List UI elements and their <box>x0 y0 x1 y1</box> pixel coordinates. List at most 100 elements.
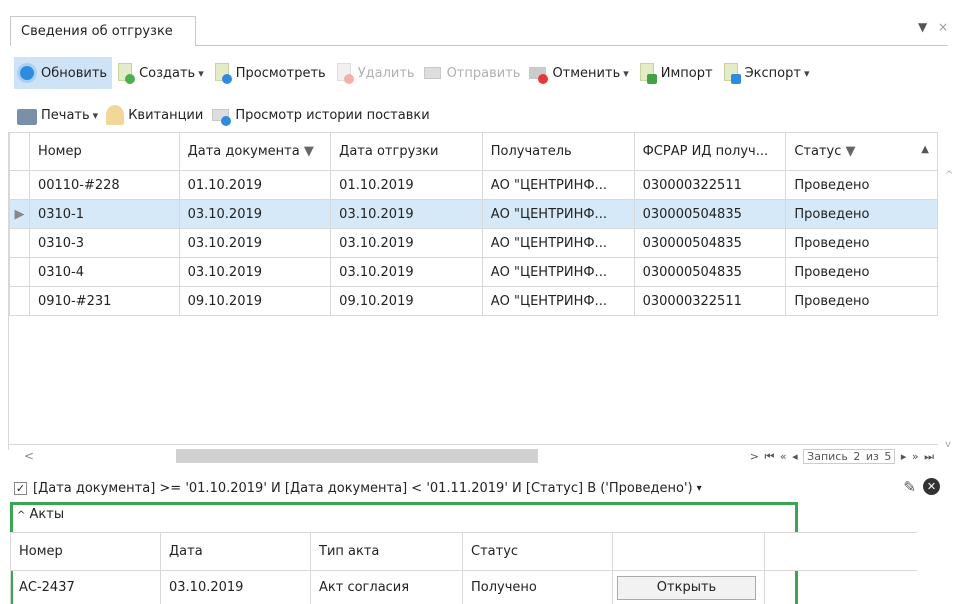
column-label: Получатель <box>490 144 572 159</box>
next-record-icon[interactable]: ▸ <box>901 450 907 463</box>
shipments-grid: Номер Дата документа ▼ Дата отгрузки Пол… <box>8 132 938 450</box>
receipts-label: Квитанции <box>128 107 204 123</box>
column-label: Дата <box>169 544 203 559</box>
collapse-icon[interactable]: ^ <box>17 510 25 521</box>
row-indicator-header <box>9 132 30 171</box>
cell-doc-date: 01.10.2019 <box>178 170 332 200</box>
column-header-doc-date[interactable]: Дата документа ▼ <box>178 132 332 171</box>
scroll-down-icon[interactable]: v <box>945 439 951 450</box>
column-label: Дата документа <box>187 144 300 159</box>
horizontal-scrollbar[interactable]: < > ⏮ « ◂ Запись 2 из 5 ▸ » ⏭ <box>8 444 938 466</box>
acts-grid: Номер Дата Тип акта Статус АС-2437 03.10… <box>10 532 940 604</box>
scrollbar-thumb[interactable] <box>176 449 538 463</box>
acts-column-action <box>612 532 765 571</box>
scroll-left-icon[interactable]: < <box>24 449 34 463</box>
cell-status: Получено <box>462 570 613 604</box>
shipments-table: Номер Дата документа ▼ Дата отгрузки Пол… <box>9 132 938 316</box>
cell-number: 0310-1 <box>28 199 180 229</box>
tab-dropdown-icon[interactable]: ▼ <box>918 20 927 34</box>
filter-bar: ✓ [Дата документа] >= '01.10.2019' И [Да… <box>14 477 954 499</box>
chevron-down-icon: ▾ <box>92 108 99 122</box>
table-row[interactable]: 0910-#231 09.10.2019 09.10.2019 АО "ЦЕНТРИН… <box>9 286 938 316</box>
column-header-number[interactable]: Номер <box>28 132 180 171</box>
view-label: Просмотреть <box>235 65 326 81</box>
export-doc-icon <box>721 62 741 84</box>
chevron-down-icon[interactable]: ▾ <box>697 483 702 494</box>
import-button[interactable]: Импорт <box>634 57 718 89</box>
cell-recipient: АО "ЦЕНТРИНФ... <box>481 286 635 316</box>
clear-filter-icon[interactable]: ✕ <box>923 478 940 495</box>
tab-close-icon[interactable]: × <box>938 20 948 34</box>
send-envelope-icon <box>423 62 443 84</box>
cell-act-type: Акт согласия <box>310 570 463 604</box>
printer-icon <box>17 108 37 125</box>
record-navigator: > ⏮ « ◂ Запись 2 из 5 ▸ » ⏭ <box>750 449 934 464</box>
refresh-button[interactable]: Обновить <box>14 57 113 89</box>
acts-header[interactable]: ^ Акты <box>13 507 64 531</box>
acts-table: Номер Дата Тип акта Статус АС-2437 03.10… <box>10 532 917 604</box>
chevron-down-icon: ▾ <box>623 66 629 80</box>
receipts-button[interactable]: Квитанции <box>103 99 208 131</box>
cell-recipient: АО "ЦЕНТРИНФ... <box>481 228 635 258</box>
send-button[interactable]: Отправить <box>420 57 526 89</box>
acts-title: Акты <box>29 507 65 522</box>
table-row[interactable]: 0310-3 03.10.2019 03.10.2019 АО "ЦЕНТРИНФ..… <box>9 228 938 258</box>
acts-column-number[interactable]: Номер <box>10 532 161 571</box>
vertical-scrollbar[interactable]: ^ v <box>944 170 956 450</box>
column-header-ship-date[interactable]: Дата отгрузки <box>330 132 483 171</box>
acts-column-date[interactable]: Дата <box>160 532 311 571</box>
column-label: Статус <box>794 144 842 159</box>
import-label: Импорт <box>660 65 713 81</box>
last-record-icon[interactable]: ⏭ <box>924 450 934 463</box>
edit-filter-icon[interactable]: ✎ <box>903 478 916 496</box>
send-label: Отправить <box>446 65 521 81</box>
export-button[interactable]: Экспорт ▾ <box>718 57 815 89</box>
refresh-icon <box>17 63 37 83</box>
row-indicator <box>9 170 30 200</box>
table-row[interactable]: 0310-4 03.10.2019 03.10.2019 АО "ЦЕНТРИНФ..… <box>9 257 938 287</box>
column-label: Тип акта <box>319 544 380 559</box>
filter-enabled-checkbox[interactable]: ✓ <box>14 481 27 495</box>
acts-column-type[interactable]: Тип акта <box>310 532 463 571</box>
delete-label: Удалить <box>357 65 415 81</box>
print-button[interactable]: Печать ▾ <box>14 99 103 131</box>
create-button[interactable]: Создать ▾ <box>112 57 209 89</box>
cancel-button[interactable]: Отменить ▾ <box>525 57 633 89</box>
history-button[interactable]: Просмотр истории поставки <box>208 99 434 131</box>
view-button[interactable]: Просмотреть <box>209 57 331 89</box>
table-row[interactable]: 00110-#228 01.10.2019 01.10.2019 АО "ЦЕНТРИ… <box>9 170 938 200</box>
sort-asc-icon: ▲ <box>921 144 929 155</box>
chevron-down-icon: ▾ <box>803 66 810 80</box>
scroll-up-icon[interactable]: ^ <box>945 170 953 181</box>
prev-record-icon[interactable]: ◂ <box>792 450 798 463</box>
first-record-icon[interactable]: ⏮ <box>765 450 775 463</box>
cell-status: Проведено <box>785 257 938 287</box>
column-header-recipient[interactable]: Получатель <box>481 132 635 171</box>
prev-page-icon[interactable]: « <box>780 450 787 463</box>
history-envelope-icon <box>211 104 232 126</box>
cell-status: Проведено <box>785 199 938 229</box>
cell-recipient: АО "ЦЕНТРИНФ... <box>481 199 635 229</box>
acts-column-status[interactable]: Статус <box>462 532 613 571</box>
table-row-selected[interactable]: ▶ 0310-1 03.10.2019 03.10.2019 АО "ЦЕНТРИНФ.… <box>9 199 938 229</box>
create-doc-icon <box>115 62 136 84</box>
filter-icon[interactable]: ▼ <box>304 144 314 159</box>
filter-icon[interactable]: ▼ <box>846 144 856 159</box>
cell-status: Проведено <box>785 170 938 200</box>
row-indicator <box>9 257 30 287</box>
tab-divider <box>196 45 948 46</box>
cell-recipient: АО "ЦЕНТРИНФ... <box>481 170 635 200</box>
tab-shipment-info[interactable]: Сведения об отгрузке <box>10 16 196 46</box>
cell-fsrar: 030000504835 <box>633 257 787 287</box>
acts-row[interactable]: АС-2437 03.10.2019 Акт согласия Получено… <box>10 570 917 604</box>
scroll-right-icon[interactable]: > <box>750 450 759 463</box>
open-button[interactable]: Открыть <box>617 575 756 600</box>
column-header-status[interactable]: Статус ▼ ▲ <box>785 132 938 171</box>
column-header-fsrar[interactable]: ФСРАР ИД получ... <box>633 132 787 171</box>
create-label: Создать <box>139 65 196 81</box>
next-page-icon[interactable]: » <box>912 450 919 463</box>
cell-ship-date: 03.10.2019 <box>330 257 483 287</box>
cell-action: Открыть <box>612 570 765 604</box>
delete-button[interactable]: Удалить <box>331 57 420 89</box>
filter-expression[interactable]: [Дата документа] >= '01.10.2019' И [Дата… <box>33 481 693 496</box>
